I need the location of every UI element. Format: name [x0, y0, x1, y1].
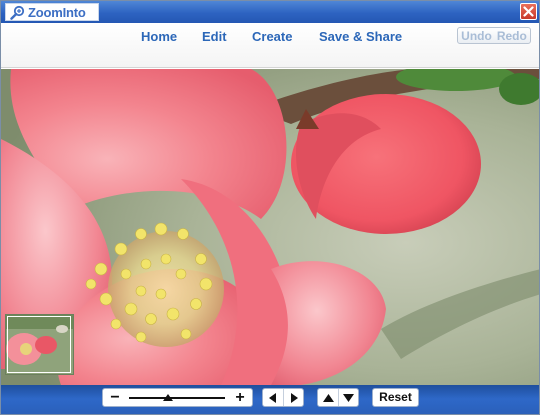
zoom-slider-handle[interactable]	[163, 394, 174, 401]
arrow-left-icon	[269, 392, 276, 403]
pan-up-button[interactable]	[318, 389, 338, 406]
thumbnail-navigator[interactable]	[5, 314, 74, 375]
app-name: ZoomInto	[28, 4, 86, 20]
flower-photo	[1, 69, 539, 385]
zoom-out-button[interactable]: −	[106, 389, 124, 406]
zoom-in-button[interactable]: +	[231, 389, 249, 406]
arrow-down-icon	[343, 393, 354, 402]
zoom-slider-track[interactable]	[129, 397, 225, 399]
thumbnail-viewport-frame[interactable]	[7, 316, 71, 373]
magnifier-icon	[10, 5, 25, 20]
reset-button[interactable]: Reset	[372, 388, 419, 407]
menu-save-share[interactable]: Save & Share	[319, 29, 402, 44]
pan-vertical-group	[317, 388, 359, 407]
app-logo: ZoomInto	[5, 3, 99, 21]
pan-horizontal-group	[262, 388, 304, 407]
undo-redo-group: Undo Redo	[457, 27, 531, 44]
menu-create[interactable]: Create	[252, 29, 292, 44]
close-button[interactable]	[520, 3, 537, 20]
zoominto-window: ZoomInto Home Edit Create Save & Share U…	[0, 0, 540, 415]
redo-button[interactable]: Redo	[497, 29, 527, 43]
close-icon	[523, 6, 534, 17]
arrow-right-icon	[290, 392, 298, 403]
bottom-toolbar: − + Reset	[1, 385, 539, 414]
menu-edit[interactable]: Edit	[202, 29, 227, 44]
pan-right-button[interactable]	[283, 389, 303, 406]
arrow-up-icon	[322, 393, 334, 402]
pan-down-button[interactable]	[338, 389, 358, 406]
title-bar: ZoomInto	[1, 1, 539, 23]
menu-bar: Home Edit Create Save & Share Undo Redo	[1, 23, 539, 68]
zoom-slider-group: − +	[102, 388, 253, 407]
image-viewport[interactable]	[1, 69, 539, 385]
pan-left-button[interactable]	[263, 389, 283, 406]
menu-home[interactable]: Home	[141, 29, 177, 44]
undo-button[interactable]: Undo	[461, 29, 492, 43]
